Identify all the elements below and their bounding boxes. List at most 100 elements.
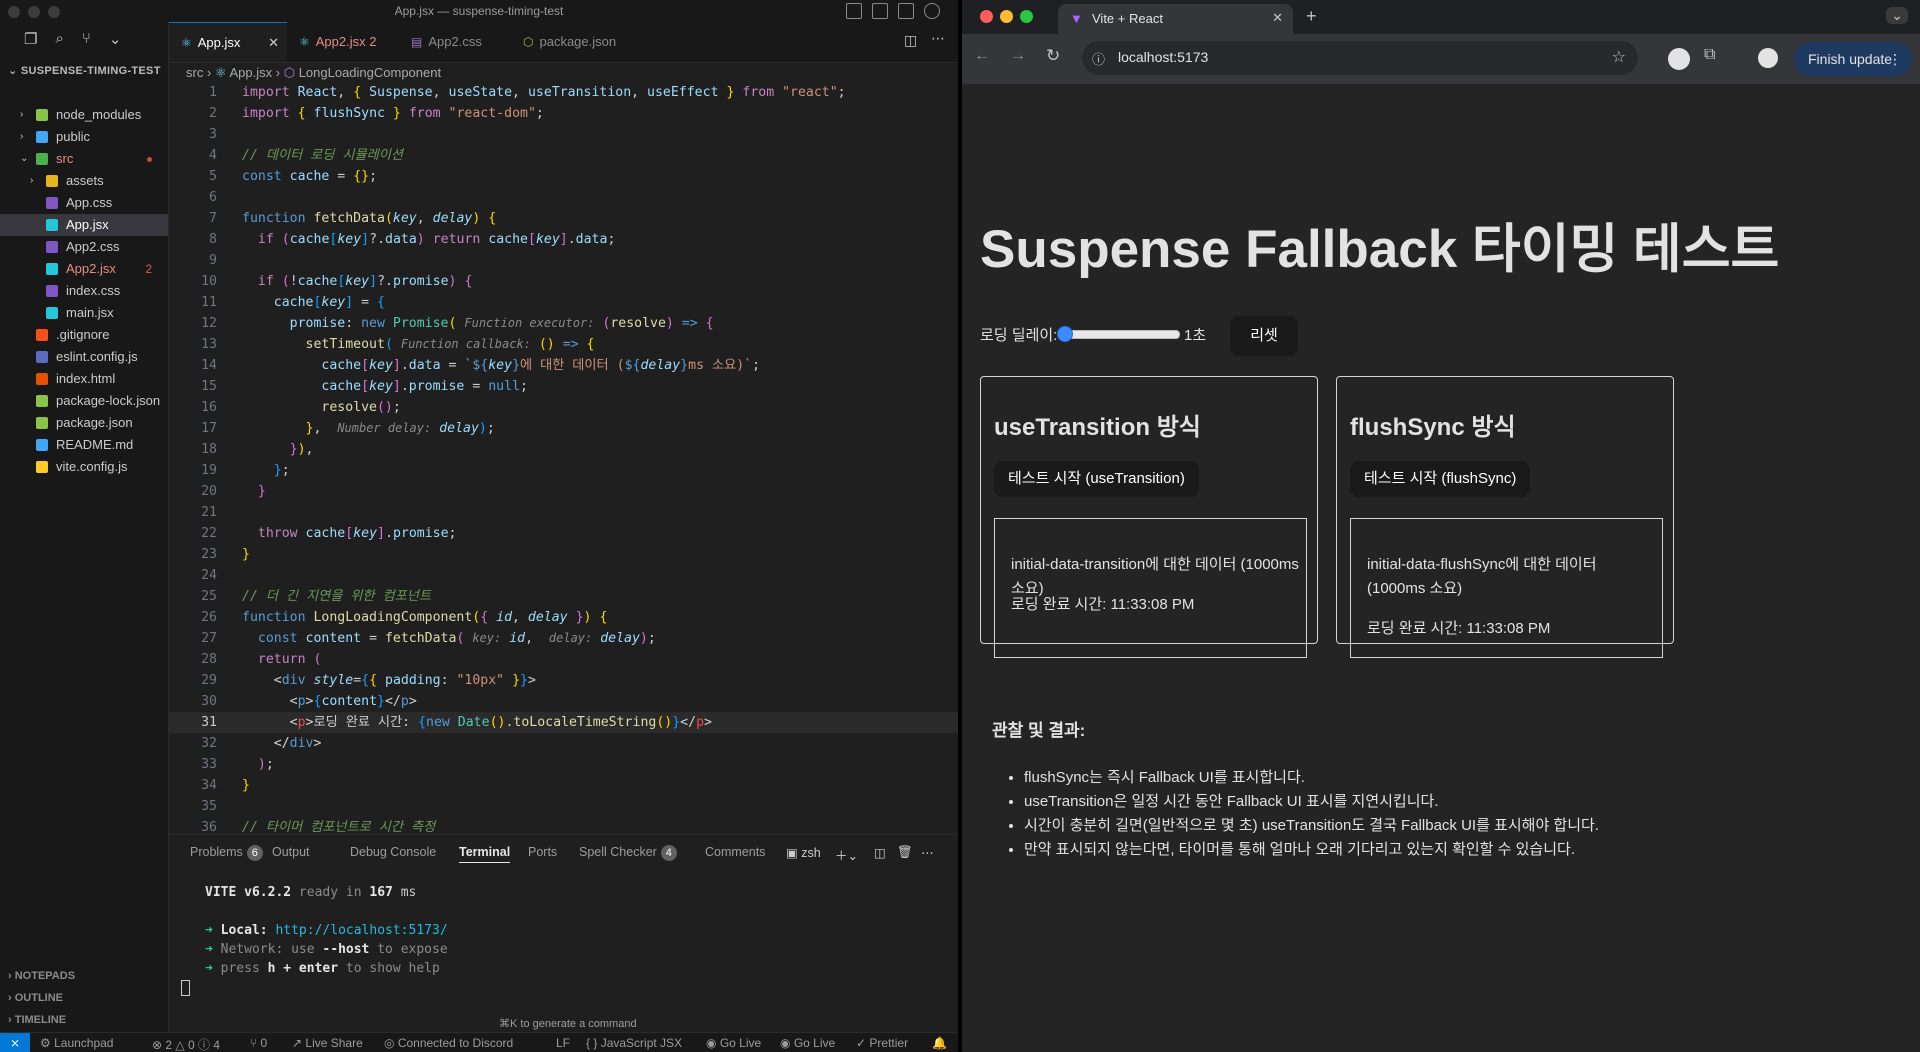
tree-item[interactable]: package-lock.json [0, 390, 168, 412]
code-line: 10 if (!cache[key]?.promise) { [201, 274, 473, 289]
status-problems[interactable]: ⊗ 2 △ 0 ⓘ 4 [152, 1036, 220, 1052]
tab-comments[interactable]: Comments [705, 845, 765, 859]
new-tab-icon[interactable]: + [1306, 6, 1317, 27]
avatar[interactable] [1758, 48, 1778, 68]
reload-icon[interactable]: ↻ [1046, 46, 1060, 66]
kebab-menu-icon: ⋮ [1888, 51, 1902, 67]
tab-ports[interactable]: Ports [528, 845, 557, 859]
tree-item[interactable]: package.json [0, 412, 168, 434]
tree-item[interactable]: App2.css [0, 236, 168, 258]
breadcrumb-file[interactable]: App.jsx [229, 65, 272, 80]
bookmark-star-icon[interactable]: ☆ [1612, 47, 1626, 67]
terminal-shell-selector[interactable]: ▣ zsh [786, 845, 821, 860]
tab-package-json[interactable]: ⬡ package.json [511, 22, 641, 62]
code-line: 9 [209, 253, 217, 268]
page-title: Suspense Fallback 타이밍 테스트 [980, 220, 1780, 279]
extensions-icon[interactable]: ⧉ [1704, 46, 1715, 64]
profile-extension-icon[interactable] [1668, 48, 1690, 70]
status-ports[interactable]: ⑂ 0 [250, 1036, 267, 1050]
tree-item[interactable]: App.jsx [0, 214, 168, 236]
status-language[interactable]: { } JavaScript JSX [586, 1036, 682, 1050]
status-prettier[interactable]: ✓ Prettier [856, 1036, 908, 1050]
close-window-button[interactable] [980, 10, 993, 23]
layout-controls [846, 3, 940, 19]
toggle-panel-icon[interactable] [872, 3, 888, 19]
section-notepads[interactable]: › NOTEPADS [8, 970, 75, 982]
url-text: localhost:5173 [1118, 49, 1209, 65]
start-transition-button[interactable]: 테스트 시작 (useTransition) [994, 461, 1199, 497]
tab-spell-checker[interactable]: Spell Checker 4 [579, 845, 677, 861]
terminal-output[interactable]: VITE v6.2.2 ready in 167 ms ➜ Local: htt… [181, 883, 448, 997]
tab-app-jsx[interactable]: ⚛ App.jsx ✕ [169, 22, 287, 62]
new-terminal-icon[interactable]: ＋⌄ [835, 845, 858, 864]
toggle-secondary-sidebar-icon[interactable] [898, 3, 914, 19]
node-icon: ⬡ [523, 35, 534, 49]
more-actions-icon[interactable]: ⋯ [921, 845, 934, 860]
explorer-project-title[interactable]: ⌄ SUSPENSE-TIMING-TEST [8, 64, 161, 77]
more-actions-icon[interactable]: ⋯ [931, 30, 945, 47]
browser-tab[interactable]: ▼ Vite + React ✕ [1058, 4, 1293, 34]
bell-icon[interactable]: 🔔 [932, 1036, 947, 1050]
reset-button[interactable]: 리셋 [1230, 316, 1298, 356]
tree-item[interactable]: App2.jsx 2 [0, 258, 168, 280]
css-icon [46, 241, 58, 253]
tab-debug-console[interactable]: Debug Console [350, 845, 436, 859]
close-tab-icon[interactable]: ✕ [268, 23, 279, 63]
split-editor-icon[interactable]: ◫ [904, 32, 917, 49]
site-info-icon[interactable]: ⓘ [1092, 49, 1105, 68]
delay-slider[interactable] [1057, 326, 1180, 342]
status-go-live-1[interactable]: ◉ Go Live [706, 1036, 761, 1050]
tab-app2-css[interactable]: ▤ App2.css [399, 22, 511, 62]
tab-output[interactable]: Output [272, 845, 310, 859]
remote-icon[interactable]: ⨯ [0, 1033, 30, 1052]
tree-item[interactable]: eslint.config.js [0, 346, 168, 368]
split-terminal-icon[interactable]: ◫ [874, 845, 886, 860]
tree-item-label: main.jsx [66, 305, 114, 320]
section-timeline[interactable]: › TIMELINE [8, 1014, 66, 1026]
tab-terminal[interactable]: Terminal [459, 845, 511, 863]
tree-item[interactable]: App.css [0, 192, 168, 214]
tab-app2-jsx[interactable]: ⚛ App2.jsx 2 [287, 22, 399, 62]
tab-search-icon[interactable]: ⌄ [1886, 7, 1908, 24]
back-icon[interactable]: ← [974, 47, 990, 65]
tree-item[interactable]: › node_modules [0, 104, 168, 126]
explorer-files-icon[interactable]: ❐ [24, 30, 37, 48]
tree-item[interactable]: › public [0, 126, 168, 148]
tree-item[interactable]: README.md [0, 434, 168, 456]
zoom-window-button[interactable] [1020, 10, 1033, 23]
status-go-live-2[interactable]: ◉ Go Live [780, 1036, 835, 1050]
tree-item[interactable]: main.jsx [0, 302, 168, 324]
address-bar[interactable]: ⓘ localhost:5173 ☆ [1082, 41, 1638, 75]
chevron-down-icon[interactable]: ⌄ [109, 30, 122, 48]
close-tab-icon[interactable]: ✕ [1272, 10, 1283, 26]
result-time: 로딩 완료 시간: 11:33:08 PM [1367, 620, 1551, 637]
finish-update-button[interactable]: Finish update ⋮ [1794, 42, 1912, 76]
search-icon[interactable]: ⌕ [55, 30, 63, 48]
tree-item[interactable]: › assets [0, 170, 168, 192]
toggle-sidebar-icon[interactable] [846, 3, 862, 19]
status-live-share[interactable]: ↗ Live Share [292, 1036, 363, 1050]
forward-icon[interactable]: → [1010, 47, 1026, 65]
section-outline[interactable]: › OUTLINE [8, 992, 63, 1004]
tree-item[interactable]: vite.config.js [0, 456, 168, 478]
settings-gear-icon[interactable] [924, 3, 940, 19]
code-line: 17 }, Number delay: delay); [201, 421, 495, 436]
tree-item[interactable]: ⌄ src [0, 148, 168, 170]
tree-item[interactable]: index.html [0, 368, 168, 390]
tree-item[interactable]: .gitignore [0, 324, 168, 346]
tree-item[interactable]: index.css [0, 280, 168, 302]
status-eol[interactable]: LF [556, 1036, 570, 1050]
status-discord[interactable]: ◎ Connected to Discord [384, 1036, 513, 1050]
start-flushsync-button[interactable]: 테스트 시작 (flushSync) [1350, 461, 1531, 497]
slider-thumb[interactable] [1057, 326, 1073, 342]
trash-icon[interactable]: 🗑 [897, 845, 913, 860]
breadcrumb-symbol[interactable]: LongLoadingComponent [299, 65, 441, 80]
minimize-window-button[interactable] [1000, 10, 1013, 23]
css-icon [46, 197, 58, 209]
status-launchpad[interactable]: ⚙ Launchpad [40, 1036, 113, 1050]
tab-problems[interactable]: Problems 6 [190, 845, 263, 861]
breadcrumb-folder[interactable]: src [186, 65, 203, 80]
code-editor[interactable]: 1 import React, { Suspense, useState, use… [169, 82, 958, 835]
source-control-icon[interactable]: ⑂ [82, 30, 91, 48]
symbol-icon: ⬡ [283, 65, 296, 80]
